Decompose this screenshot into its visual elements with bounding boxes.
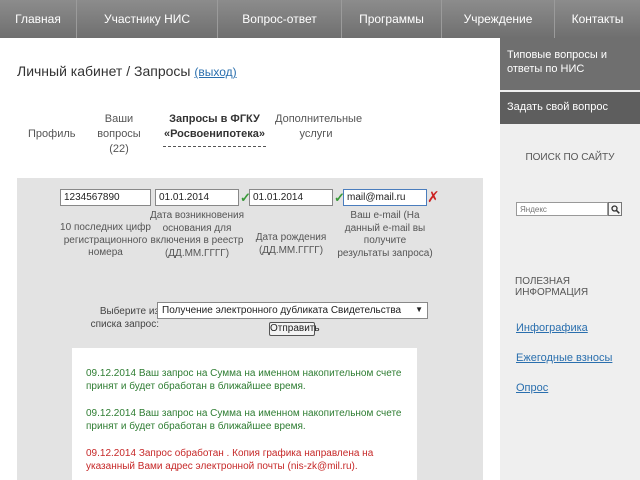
tab-additional-services[interactable]: Дополнительные услуги bbox=[275, 112, 362, 142]
request-type-select[interactable]: Получение электронного дубликата Свидете… bbox=[157, 302, 428, 319]
tab-requests[interactable]: Запросы в ФГКУ «Росвоенипотека» bbox=[163, 112, 266, 147]
page-title: Личный кабинет / Запросы bbox=[17, 63, 191, 79]
top-navigation: Главная Участнику НИС Вопрос-ответ Прогр… bbox=[0, 0, 640, 38]
sidebar-ask-question-link[interactable]: Задать свой вопрос bbox=[500, 92, 640, 124]
request-type-value: Получение электронного дубликата Свидете… bbox=[162, 305, 402, 316]
email-input[interactable] bbox=[343, 189, 427, 206]
breadcrumb: Личный кабинет / Запросы (выход) bbox=[17, 63, 237, 79]
sidebar: Типовые вопросы и ответы по НИС Задать с… bbox=[500, 38, 640, 480]
message-item: 09.12.2014 Ваш запрос на Сумма на именно… bbox=[86, 408, 402, 432]
sidebar-faq-link[interactable]: Типовые вопросы и ответы по НИС bbox=[500, 38, 640, 90]
x-icon: ✗ bbox=[427, 189, 440, 206]
basis-date-hint: Дата возникновения основания для включен… bbox=[149, 210, 244, 259]
nav-participant[interactable]: Участнику НИС bbox=[77, 0, 218, 38]
site-search-input[interactable] bbox=[516, 202, 608, 216]
submit-button[interactable]: Отправить bbox=[269, 322, 320, 336]
useful-info-title: ПОЛЕЗНАЯ ИНФОРМАЦИЯ bbox=[515, 276, 589, 298]
sidebar-link-survey[interactable]: Опрос bbox=[516, 382, 548, 394]
site-search-title: ПОИСК ПО САЙТУ bbox=[525, 152, 615, 163]
basis-date-input[interactable] bbox=[155, 189, 239, 206]
site-search bbox=[516, 202, 624, 216]
nav-faq[interactable]: Вопрос-ответ bbox=[218, 0, 342, 38]
registration-number-hint: 10 последних цифр регистрационного номер… bbox=[60, 222, 151, 258]
nav-institution[interactable]: Учреждение bbox=[442, 0, 555, 38]
search-icon bbox=[611, 205, 620, 214]
nav-programs[interactable]: Программы bbox=[342, 0, 442, 38]
message-item: 09.12.2014 Ваш запрос на Сумма на именно… bbox=[86, 368, 402, 392]
tab-your-questions[interactable]: Ваши вопросы (22) bbox=[88, 112, 150, 157]
registration-number-input[interactable] bbox=[60, 189, 151, 206]
request-messages: 09.12.2014 Ваш запрос на Сумма на именно… bbox=[72, 348, 417, 480]
request-form-panel: ✓ ✓ ✗ 10 последних цифр регистрационного… bbox=[17, 178, 483, 480]
chevron-down-icon: ▼ bbox=[415, 305, 423, 314]
tab-profile[interactable]: Профиль bbox=[28, 127, 76, 142]
email-hint: Ваш e-mail (На данный e-mail вы получите… bbox=[337, 210, 433, 259]
birth-date-input[interactable] bbox=[249, 189, 333, 206]
logout-link[interactable]: (выход) bbox=[194, 65, 236, 79]
message-item: 09.12.2014 Запрос обработан . Копия граф… bbox=[86, 448, 374, 472]
request-select-label: Выберите из списка запрос: bbox=[90, 306, 159, 330]
nav-contacts[interactable]: Контакты bbox=[555, 0, 640, 38]
nav-home[interactable]: Главная bbox=[0, 0, 77, 38]
sidebar-link-infographics[interactable]: Инфографика bbox=[516, 322, 588, 334]
sidebar-link-annual-fees[interactable]: Ежегодные взносы bbox=[516, 352, 612, 364]
search-button[interactable] bbox=[608, 202, 622, 216]
birth-date-hint: Дата рождения (ДД.ММ.ГГГГ) bbox=[255, 232, 327, 256]
